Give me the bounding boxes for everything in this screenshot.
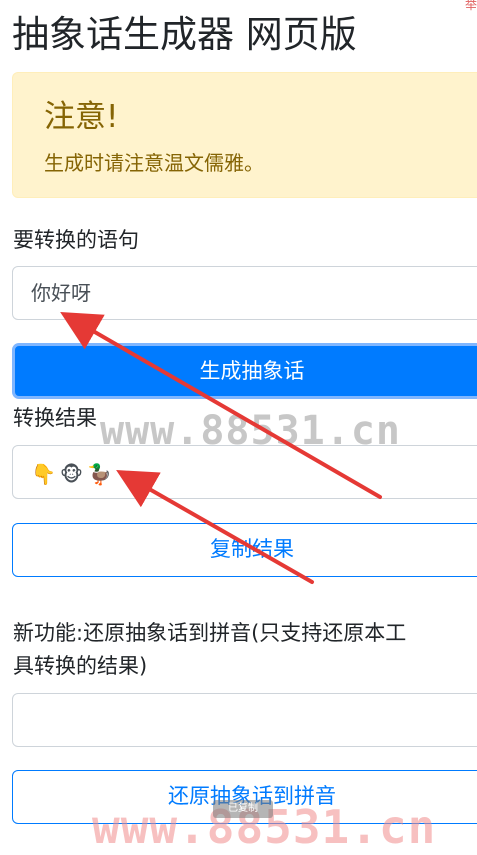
copied-toast: 已复制 [213,800,273,818]
generate-button[interactable]: 生成抽象话 [12,343,477,399]
result-emojis: 👇 🐵 🦆 [31,448,112,499]
alert-body: 生成时请注意温文儒雅。 [44,151,264,175]
page-title: 抽象话生成器 网页版 [12,13,357,56]
result-label: 转换结果 [13,406,97,430]
app-page: 抽象话生成器 网页版 举 注意! 生成时请注意温文儒雅。 要转换的语句 你好呀 … [0,0,477,855]
monkey-face-icon: 🐵 [59,461,84,486]
report-glyph[interactable]: 举 [465,0,477,13]
restore-label-line2: 具转换的结果) [13,654,148,678]
warning-alert: 注意! 生成时请注意温文儒雅。 [12,72,477,198]
sentence-input[interactable]: 你好呀 [12,266,477,320]
copy-result-button[interactable]: 复制结果 [12,523,477,577]
duck-icon: 🦆 [87,461,112,486]
restore-label-line1: 新功能:还原抽象话到拼音(只支持还原本工 [13,621,407,645]
input-label: 要转换的语句 [13,228,139,252]
pointing-down-icon: 👇 [31,461,56,486]
result-field[interactable]: 👇 🐵 🦆 [12,445,477,499]
alert-heading: 注意! [44,99,119,135]
restore-input[interactable] [12,693,477,747]
